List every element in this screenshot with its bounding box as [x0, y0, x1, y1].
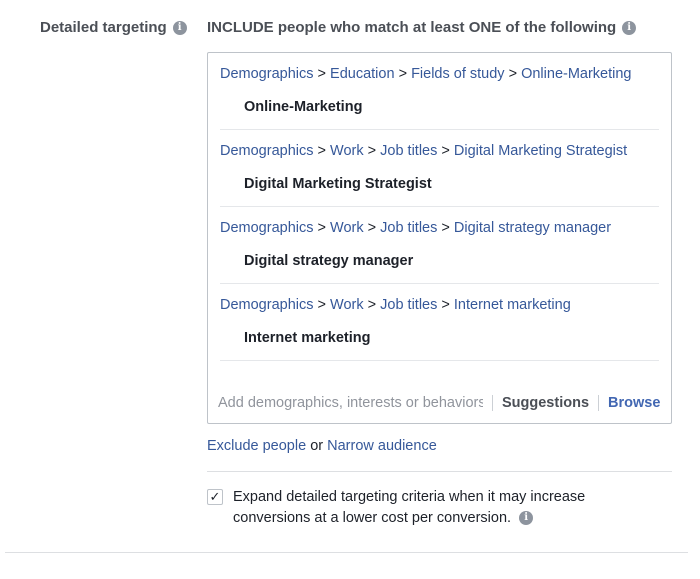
expand-targeting-row: ✓ Expand detailed targeting criteria whe…	[207, 487, 633, 529]
breadcrumb-link[interactable]: Job titles	[380, 220, 437, 236]
breadcrumb: Demographics > Work > Job titles > Inter…	[220, 284, 659, 315]
section-label: Detailed targeting	[40, 19, 167, 36]
breadcrumb-link[interactable]: Work	[330, 143, 364, 159]
include-header-text: INCLUDE people who match at least ONE of…	[207, 19, 617, 36]
breadcrumb-link[interactable]: Demographics	[220, 143, 314, 159]
targeting-item-title: Digital strategy manager	[244, 253, 414, 269]
breadcrumb-link[interactable]: Demographics	[220, 297, 314, 313]
breadcrumb: Demographics > Work > Job titles > Digit…	[220, 130, 659, 161]
targeting-search-input[interactable]	[218, 395, 483, 411]
breadcrumb-link[interactable]: Digital strategy manager	[454, 220, 611, 236]
breadcrumb-link[interactable]: Demographics	[220, 220, 314, 236]
targeting-item: Demographics > Education > Fields of stu…	[220, 53, 659, 130]
info-icon[interactable]: i	[622, 20, 637, 35]
breadcrumb-separator: >	[441, 143, 450, 159]
breadcrumb: Demographics > Education > Fields of stu…	[220, 53, 659, 84]
breadcrumb-separator: >	[508, 66, 518, 82]
targeting-item-title: Internet marketing	[244, 330, 371, 346]
browse-button[interactable]: Browse	[608, 395, 660, 411]
breadcrumb-link[interactable]: Digital Marketing Strategist	[454, 143, 627, 159]
breadcrumb-link[interactable]: Job titles	[380, 297, 437, 313]
breadcrumb-link[interactable]: Online-Marketing	[521, 66, 631, 82]
narrow-audience-link[interactable]: Narrow audience	[327, 438, 437, 454]
or-text: or	[310, 438, 324, 454]
breadcrumb-link[interactable]: Internet marketing	[454, 297, 571, 313]
search-row: Suggestions Browse	[208, 383, 671, 423]
targeting-box: Demographics > Education > Fields of stu…	[207, 52, 672, 424]
breadcrumb-link[interactable]: Work	[330, 297, 364, 313]
divider	[598, 395, 600, 411]
breadcrumb-separator: >	[441, 220, 450, 236]
checkmark-icon: ✓	[209, 489, 221, 504]
breadcrumb-separator: >	[317, 220, 326, 236]
breadcrumb: Demographics > Work > Job titles > Digit…	[220, 207, 659, 238]
info-icon[interactable]: i	[519, 511, 534, 526]
breadcrumb-separator: >	[317, 143, 326, 159]
breadcrumb-link[interactable]: Job titles	[380, 143, 437, 159]
breadcrumb-separator: >	[441, 297, 450, 313]
breadcrumb-separator: >	[317, 66, 326, 82]
targeting-items-list: Demographics > Education > Fields of stu…	[208, 53, 671, 361]
bottom-divider	[5, 552, 688, 553]
detailed-targeting-label: Detailed targeting i	[40, 19, 187, 36]
exclude-people-link[interactable]: Exclude people	[207, 438, 306, 454]
targeting-item-title: Digital Marketing Strategist	[244, 176, 432, 192]
divider	[492, 395, 493, 411]
breadcrumb-separator: >	[367, 297, 377, 313]
targeting-item: Demographics > Work > Job titles > Digit…	[220, 207, 659, 284]
targeting-item-title: Online-Marketing	[244, 99, 363, 115]
breadcrumb-link[interactable]: Education	[330, 66, 395, 82]
include-header: INCLUDE people who match at least ONE of…	[207, 19, 637, 36]
expand-targeting-checkbox[interactable]: ✓	[207, 489, 223, 505]
breadcrumb-link[interactable]: Fields of study	[411, 66, 505, 82]
breadcrumb-link[interactable]: Work	[330, 220, 364, 236]
targeting-item: Demographics > Work > Job titles > Inter…	[220, 284, 659, 361]
breadcrumb-separator: >	[367, 220, 377, 236]
breadcrumb-separator: >	[317, 297, 326, 313]
exclude-row: Exclude people or Narrow audience	[207, 438, 437, 454]
expand-targeting-label: Expand detailed targeting criteria when …	[233, 487, 633, 529]
breadcrumb-separator: >	[367, 143, 377, 159]
targeting-item: Demographics > Work > Job titles > Digit…	[220, 130, 659, 207]
divider	[207, 471, 672, 472]
info-icon[interactable]: i	[172, 20, 187, 35]
breadcrumb-link[interactable]: Demographics	[220, 66, 314, 82]
suggestions-button[interactable]: Suggestions	[502, 395, 589, 411]
breadcrumb-separator: >	[398, 66, 408, 82]
